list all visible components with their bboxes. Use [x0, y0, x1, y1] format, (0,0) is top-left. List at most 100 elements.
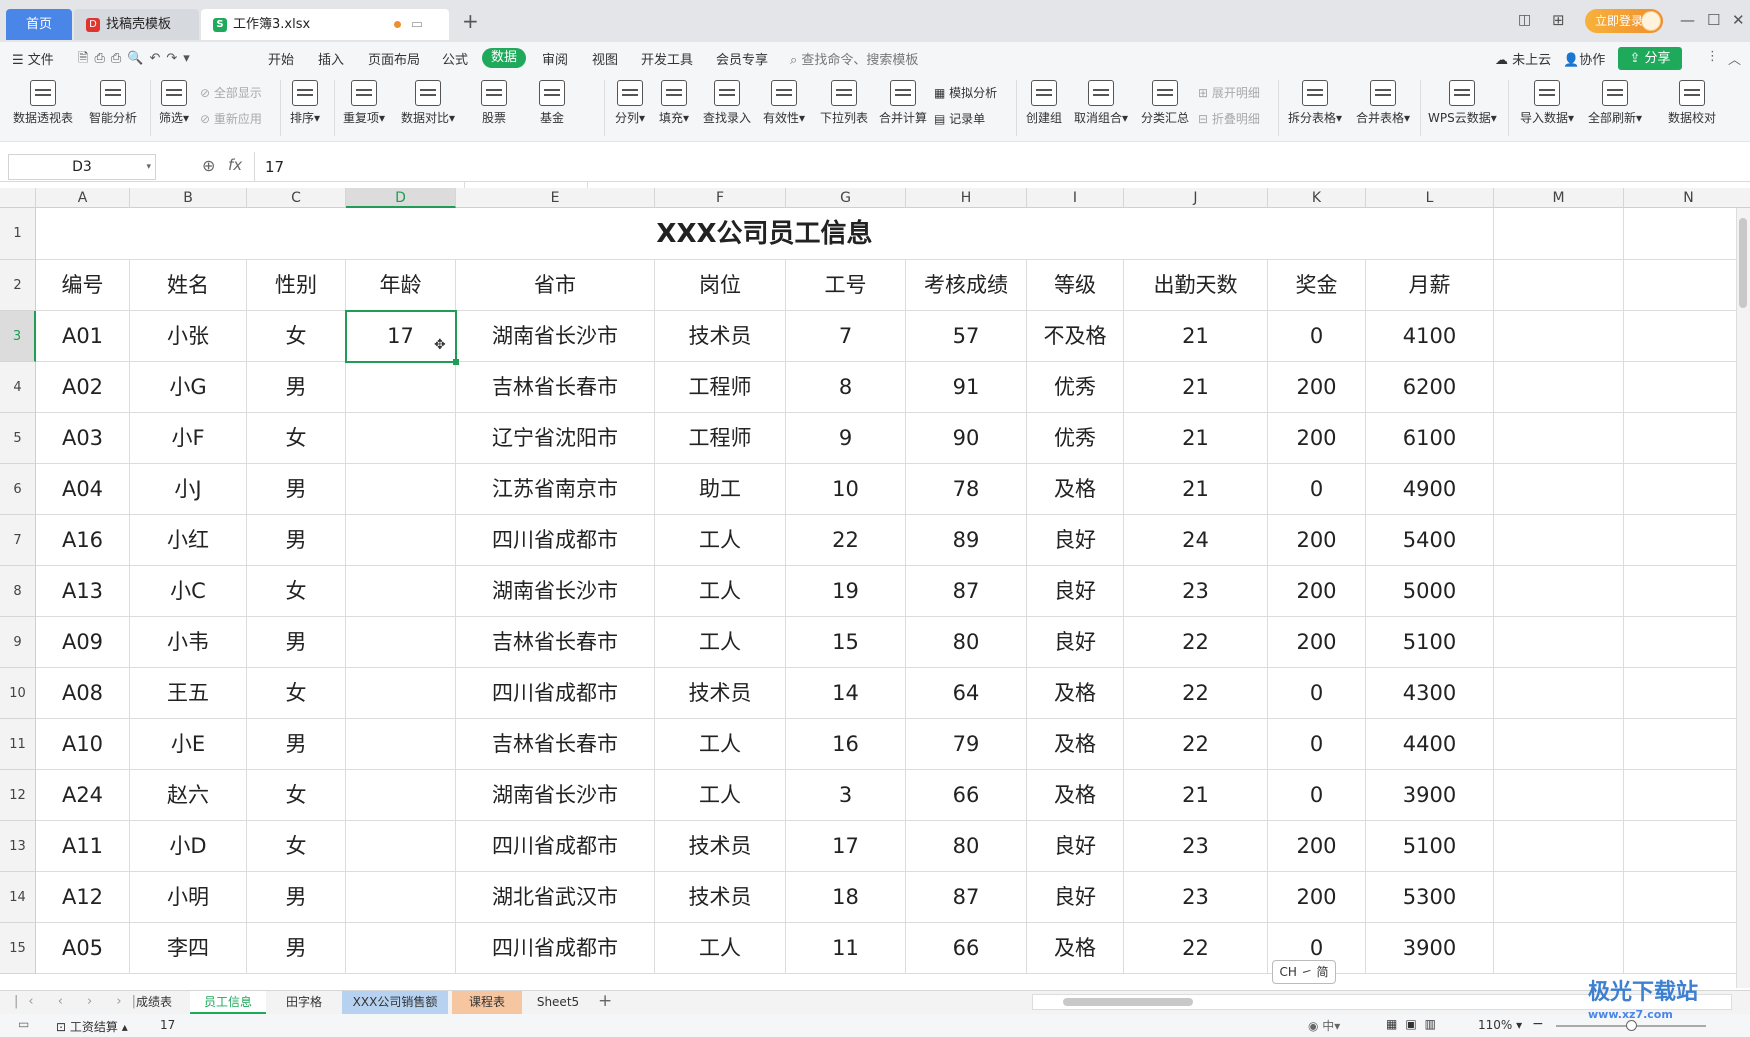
- empty-cell[interactable]: [1624, 923, 1750, 974]
- table-cell[interactable]: A09: [36, 617, 130, 668]
- row-header-4[interactable]: 4: [0, 362, 36, 413]
- expand-detail-button[interactable]: ⊞ 展开明细: [1198, 84, 1260, 101]
- menu-start[interactable]: 开始: [268, 49, 294, 68]
- table-cell[interactable]: 3: [786, 770, 906, 821]
- empty-cell[interactable]: [1624, 260, 1750, 311]
- table-cell[interactable]: 19: [786, 566, 906, 617]
- table-cell[interactable]: [346, 617, 456, 668]
- column-header-a[interactable]: A: [36, 188, 130, 208]
- empty-cell[interactable]: [1494, 362, 1624, 413]
- empty-cell[interactable]: [1494, 413, 1624, 464]
- table-cell[interactable]: 工人: [655, 515, 786, 566]
- subtotal-button[interactable]: 分类汇总: [1140, 80, 1190, 126]
- table-cell[interactable]: 小J: [130, 464, 247, 515]
- table-cell[interactable]: A24: [36, 770, 130, 821]
- table-cell[interactable]: 小D: [130, 821, 247, 872]
- empty-cell[interactable]: [1624, 464, 1750, 515]
- table-cell[interactable]: 女: [247, 311, 346, 362]
- merge-table-button[interactable]: 合并表格▾: [1354, 80, 1412, 126]
- empty-cell[interactable]: [1624, 311, 1750, 362]
- table-cell[interactable]: 6100: [1366, 413, 1494, 464]
- table-cell[interactable]: 200: [1268, 617, 1366, 668]
- table-cell[interactable]: 4400: [1366, 719, 1494, 770]
- smart-analysis-button[interactable]: 智能分析: [85, 80, 141, 126]
- column-title-3[interactable]: 性别: [247, 260, 346, 311]
- create-group-button[interactable]: 创建组: [1022, 80, 1066, 126]
- table-cell[interactable]: 女: [247, 821, 346, 872]
- empty-cell[interactable]: [1624, 719, 1750, 770]
- table-cell[interactable]: 及格: [1027, 719, 1124, 770]
- column-header-i[interactable]: I: [1027, 188, 1124, 208]
- column-header-d[interactable]: D: [346, 188, 456, 208]
- command-search[interactable]: ⌕ 查找命令、搜索模板: [790, 49, 918, 68]
- split-table-button[interactable]: 拆分表格▾: [1286, 80, 1344, 126]
- row-header-13[interactable]: 13: [0, 821, 36, 872]
- empty-cell[interactable]: [1624, 566, 1750, 617]
- empty-cell[interactable]: [1624, 668, 1750, 719]
- collapse-ribbon-icon[interactable]: ︿: [1728, 49, 1741, 68]
- table-cell[interactable]: 18: [786, 872, 906, 923]
- table-cell[interactable]: 5000: [1366, 566, 1494, 617]
- empty-cell[interactable]: [1624, 515, 1750, 566]
- share-button[interactable]: ⇪ 分享: [1618, 47, 1682, 70]
- column-title-12[interactable]: 月薪: [1366, 260, 1494, 311]
- table-cell[interactable]: 22: [1124, 719, 1268, 770]
- table-cell[interactable]: 0: [1268, 770, 1366, 821]
- empty-cell[interactable]: [1494, 719, 1624, 770]
- table-cell[interactable]: 小明: [130, 872, 247, 923]
- table-cell[interactable]: 及格: [1027, 770, 1124, 821]
- table-cell[interactable]: 5300: [1366, 872, 1494, 923]
- table-cell[interactable]: 14: [786, 668, 906, 719]
- monitor-icon[interactable]: ▭: [411, 9, 423, 40]
- column-header-j[interactable]: J: [1124, 188, 1268, 208]
- table-cell[interactable]: 6200: [1366, 362, 1494, 413]
- empty-cell[interactable]: [1494, 923, 1624, 974]
- row-header-5[interactable]: 5: [0, 413, 36, 464]
- row-header-8[interactable]: 8: [0, 566, 36, 617]
- fill-handle[interactable]: [453, 359, 459, 365]
- table-cell[interactable]: 良好: [1027, 566, 1124, 617]
- vertical-scrollbar-thumb[interactable]: [1739, 218, 1747, 308]
- show-all-button[interactable]: ⊘ 全部显示: [200, 84, 262, 101]
- tab-workbook[interactable]: S 工作簿3.xlsx ▭: [201, 9, 449, 40]
- file-menu[interactable]: ☰ 文件: [12, 49, 54, 68]
- table-cell[interactable]: A04: [36, 464, 130, 515]
- table-cell[interactable]: 小C: [130, 566, 247, 617]
- zoom-icon[interactable]: ⊕: [202, 156, 215, 175]
- column-title-5[interactable]: 省市: [456, 260, 655, 311]
- table-cell[interactable]: 0: [1268, 719, 1366, 770]
- table-cell[interactable]: 90: [906, 413, 1027, 464]
- table-cell[interactable]: 22: [1124, 668, 1268, 719]
- table-cell[interactable]: 湖南省长沙市: [456, 311, 655, 362]
- table-cell[interactable]: [346, 464, 456, 515]
- table-cell[interactable]: 3900: [1366, 923, 1494, 974]
- table-cell[interactable]: 10: [786, 464, 906, 515]
- data-compare-button[interactable]: 数据对比▾: [398, 80, 458, 126]
- row-header-3[interactable]: 3: [0, 311, 36, 362]
- filter-button[interactable]: 筛选▾: [155, 80, 193, 126]
- menu-review[interactable]: 审阅: [542, 49, 568, 68]
- table-cell[interactable]: 小红: [130, 515, 247, 566]
- table-cell[interactable]: 四川省成都市: [456, 515, 655, 566]
- table-cell[interactable]: 四川省成都市: [456, 668, 655, 719]
- table-cell[interactable]: 女: [247, 413, 346, 464]
- table-cell[interactable]: [346, 719, 456, 770]
- add-sheet-icon[interactable]: +: [598, 991, 612, 1011]
- table-cell[interactable]: 优秀: [1027, 413, 1124, 464]
- table-cell[interactable]: 16: [786, 719, 906, 770]
- formula-input[interactable]: 17: [254, 152, 1750, 182]
- data-check-button[interactable]: 数据校对: [1666, 80, 1718, 126]
- table-cell[interactable]: 女: [247, 770, 346, 821]
- table-cell[interactable]: A02: [36, 362, 130, 413]
- row-header-11[interactable]: 11: [0, 719, 36, 770]
- table-cell[interactable]: 工人: [655, 719, 786, 770]
- table-cell[interactable]: 男: [247, 617, 346, 668]
- table-cell[interactable]: 吉林省长春市: [456, 362, 655, 413]
- column-header-e[interactable]: E: [456, 188, 655, 208]
- table-cell[interactable]: 200: [1268, 413, 1366, 464]
- table-cell[interactable]: 小E: [130, 719, 247, 770]
- table-cell[interactable]: 技术员: [655, 821, 786, 872]
- row-header-15[interactable]: 15: [0, 923, 36, 974]
- sheet-tab-grid[interactable]: 田字格: [270, 991, 338, 1014]
- row-header-1[interactable]: 1: [0, 208, 36, 260]
